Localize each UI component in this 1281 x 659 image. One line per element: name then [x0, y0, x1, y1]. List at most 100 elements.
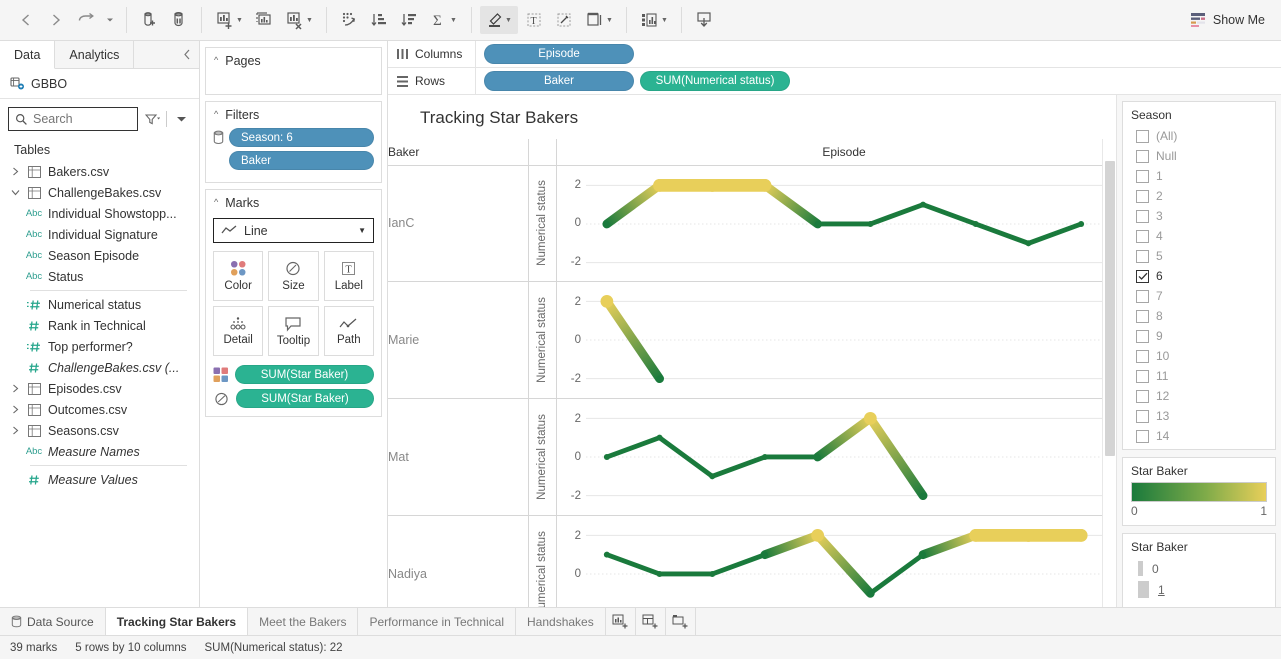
color-gradient-bar[interactable] — [1131, 482, 1267, 502]
season-filter-item-9[interactable]: 9 — [1131, 326, 1267, 346]
chevron-down-icon[interactable] — [8, 188, 22, 197]
columns-drop-zone[interactable]: Episode — [476, 44, 1281, 64]
checkbox-icon[interactable] — [1136, 249, 1149, 263]
checkbox-icon[interactable] — [1136, 429, 1149, 443]
search-input[interactable] — [33, 112, 131, 126]
filter-fields-button[interactable] — [142, 108, 162, 130]
tab-data[interactable]: Data — [0, 41, 56, 69]
collapse-pane-button[interactable] — [176, 41, 199, 68]
filter-pill-season[interactable]: Season: 6 — [229, 128, 374, 147]
season-filter-item-2[interactable]: 2 — [1131, 186, 1267, 206]
checkbox-icon[interactable] — [1136, 189, 1149, 203]
size-legend-item-0[interactable]: 0 — [1131, 558, 1267, 579]
sheet-tab-handshakes[interactable]: Handshakes — [516, 608, 606, 635]
sheet-tab-performance-in-technical[interactable]: Performance in Technical — [358, 608, 516, 635]
field-item-top-performer[interactable]: Top performer? — [0, 336, 199, 357]
field-item-individual-signature[interactable]: Abc Individual Signature — [0, 224, 199, 245]
filter-pill-baker[interactable]: Baker — [229, 151, 374, 170]
field-item-challengebakes-csv[interactable]: ChallengeBakes.csv — [0, 182, 199, 203]
size-button[interactable]: Size — [268, 251, 319, 301]
size-legend-item-1[interactable]: 1 — [1131, 579, 1267, 600]
checkbox-icon[interactable] — [1136, 369, 1149, 383]
season-filter-item-13[interactable]: 13 — [1131, 406, 1267, 426]
scrollbar-thumb[interactable] — [1105, 161, 1115, 456]
checkbox-icon[interactable] — [1136, 309, 1149, 323]
search-box[interactable] — [8, 107, 138, 131]
row-header-nadiya[interactable]: Nadiya — [388, 515, 529, 607]
checkbox-icon[interactable] — [1136, 329, 1149, 343]
field-item-bakers-csv[interactable]: Bakers.csv — [0, 161, 199, 182]
checkbox-icon[interactable] — [1136, 209, 1149, 223]
detail-button[interactable]: Detail — [213, 306, 264, 356]
chevron-right-icon[interactable] — [8, 405, 22, 414]
chevron-right-icon[interactable] — [8, 426, 22, 435]
marks-card-header[interactable]: ^ Marks — [206, 190, 381, 214]
rows-pill-baker[interactable]: Baker — [484, 71, 634, 91]
field-item-challengebakes-csv[interactable]: ChallengeBakes.csv (... — [0, 357, 199, 378]
field-item-rank-in-technical[interactable]: Rank in Technical — [0, 315, 199, 336]
plot-cell-mat[interactable] — [586, 398, 1102, 517]
swap-rows-columns-button[interactable] — [335, 6, 363, 34]
show-labels-button[interactable]: T — [520, 6, 548, 34]
checkbox-icon[interactable] — [1136, 409, 1149, 423]
rows-drop-zone[interactable]: Baker SUM(Numerical status) — [476, 71, 1281, 91]
undo-redo-button[interactable] — [72, 6, 100, 34]
season-filter-item-6[interactable]: 6 — [1131, 266, 1267, 286]
tab-analytics[interactable]: Analytics — [55, 41, 135, 68]
season-filter-item-14[interactable]: 14 — [1131, 426, 1267, 446]
checkbox-icon[interactable] — [1136, 149, 1149, 163]
field-item-outcomes-csv[interactable]: Outcomes.csv — [0, 399, 199, 420]
label-button[interactable]: T Label — [323, 251, 374, 301]
season-filter-item-10[interactable]: 10 — [1131, 346, 1267, 366]
checkbox-checked-icon[interactable] — [1136, 269, 1149, 283]
season-filter-item-4[interactable]: 4 — [1131, 226, 1267, 246]
season-filter-item-8[interactable]: 8 — [1131, 306, 1267, 326]
season-filter-item-7[interactable]: 7 — [1131, 286, 1267, 306]
new-dashboard-tab-button[interactable] — [636, 608, 666, 635]
new-worksheet-tab-button[interactable] — [606, 608, 636, 635]
show-cards-button[interactable]: ▼ — [635, 6, 673, 34]
sort-descending-button[interactable] — [395, 6, 423, 34]
plot-cell-nadiya[interactable] — [586, 515, 1102, 607]
pause-auto-updates-button[interactable] — [165, 6, 193, 34]
duplicate-sheet-button[interactable] — [250, 6, 278, 34]
sort-ascending-button[interactable] — [365, 6, 393, 34]
filters-card-header[interactable]: ^ Filters — [206, 102, 381, 126]
season-filter-item-null[interactable]: Null — [1131, 146, 1267, 166]
new-data-source-button[interactable] — [135, 6, 163, 34]
pages-card-header[interactable]: ^ Pages — [206, 48, 381, 72]
season-filter-item-all[interactable]: (All) — [1131, 126, 1267, 146]
row-header-mat[interactable]: Mat — [388, 398, 529, 517]
sheet-tab-meet-the-bakers[interactable]: Meet the Bakers — [248, 608, 359, 635]
season-filter-item-12[interactable]: 12 — [1131, 386, 1267, 406]
plot-cell-marie[interactable] — [586, 281, 1102, 400]
columns-pill-episode[interactable]: Episode — [484, 44, 634, 64]
plot-cell-ianc[interactable] — [586, 165, 1102, 283]
chevron-right-icon[interactable] — [8, 167, 22, 176]
color-button[interactable]: Color — [213, 251, 264, 301]
field-item-season-episode[interactable]: Abc Season Episode — [0, 245, 199, 266]
format-button[interactable] — [550, 6, 578, 34]
checkbox-icon[interactable] — [1136, 389, 1149, 403]
field-item-status[interactable]: Abc Status — [0, 266, 199, 287]
season-filter-item-5[interactable]: 5 — [1131, 246, 1267, 266]
checkbox-icon[interactable] — [1136, 229, 1149, 243]
new-story-tab-button[interactable] — [666, 608, 696, 635]
checkbox-icon[interactable] — [1136, 129, 1149, 143]
sheet-tab-data-source[interactable]: Data Source — [0, 608, 106, 635]
clear-sheet-button[interactable]: ▼ — [280, 6, 318, 34]
field-item-measure-names[interactable]: Abc Measure Names — [0, 441, 199, 462]
back-button[interactable] — [12, 6, 40, 34]
checkbox-icon[interactable] — [1136, 349, 1149, 363]
field-item-episodes-csv[interactable]: Episodes.csv — [0, 378, 199, 399]
chevron-right-icon[interactable] — [8, 384, 22, 393]
sheet-tab-tracking-star-bakers[interactable]: Tracking Star Bakers — [105, 608, 249, 635]
size-legend-list[interactable]: 01 — [1131, 558, 1267, 600]
checkbox-icon[interactable] — [1136, 289, 1149, 303]
marks-pill-color[interactable]: SUM(Star Baker) — [235, 365, 374, 384]
mark-type-select[interactable]: Line ▼ — [213, 218, 374, 243]
new-worksheet-button[interactable]: ▼ — [210, 6, 248, 34]
path-button[interactable]: Path — [323, 306, 374, 356]
checkbox-icon[interactable] — [1136, 169, 1149, 183]
pages-drop-zone[interactable] — [206, 72, 381, 94]
